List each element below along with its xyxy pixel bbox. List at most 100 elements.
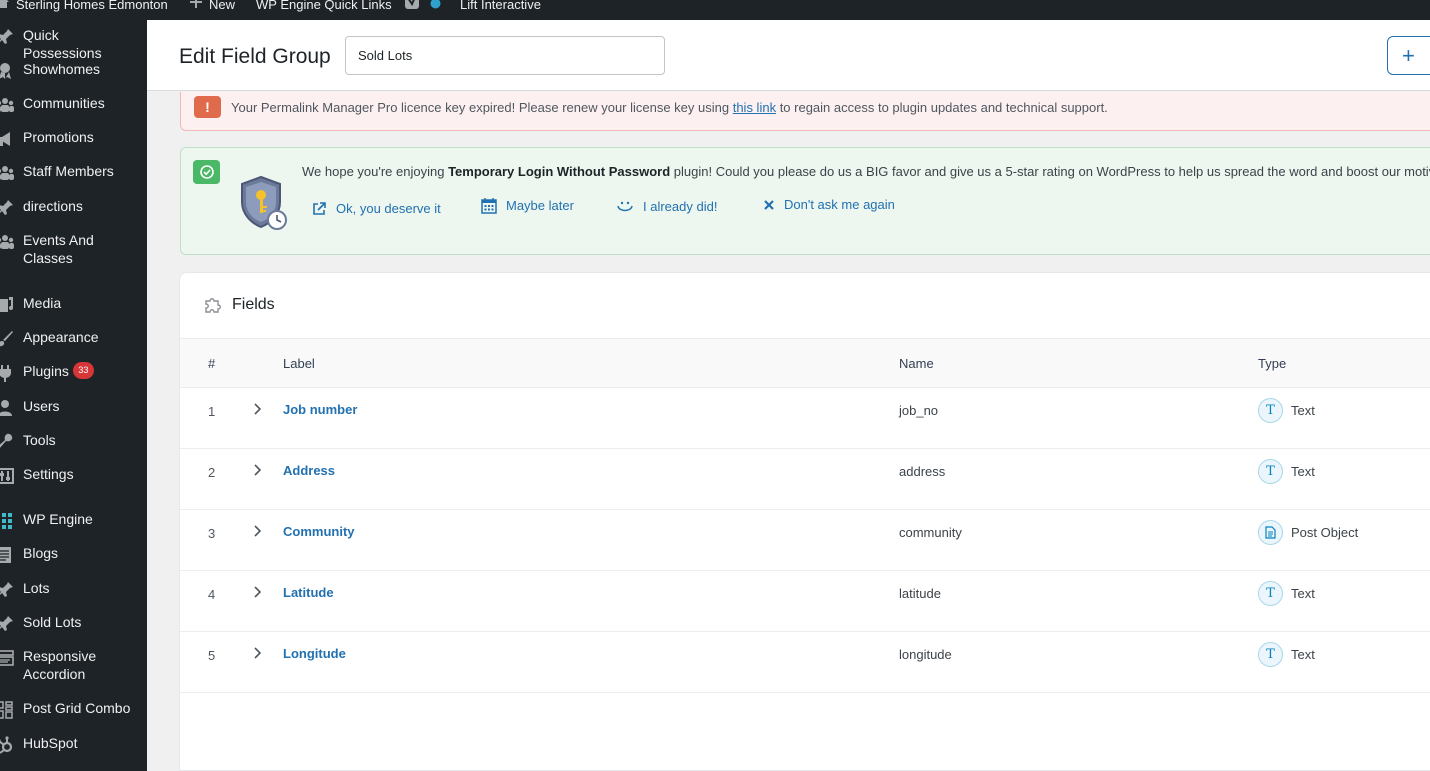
update-count-badge: 33 xyxy=(72,362,94,379)
grid-combo-icon xyxy=(0,699,23,719)
smile-icon xyxy=(616,197,634,215)
site-name: Sterling Homes Edmonton xyxy=(16,0,168,12)
field-name: job_no xyxy=(899,403,939,418)
sidebar-item-appearance[interactable]: Appearance xyxy=(0,328,147,348)
chevron-right-icon[interactable] xyxy=(253,646,262,660)
sidebar-item-showhomes[interactable]: Showhomes xyxy=(0,60,147,80)
award-icon xyxy=(0,60,23,80)
sidebar-item-label: Staff Members xyxy=(23,163,114,179)
text-type-icon: T xyxy=(1258,642,1283,667)
renew-license-link[interactable]: this link xyxy=(733,100,776,115)
wrench-icon xyxy=(0,431,23,451)
field-name: address xyxy=(899,464,946,479)
pin-icon xyxy=(0,26,23,46)
already-did-label: I already did! xyxy=(643,198,718,214)
deserve-it-link[interactable]: Ok, you deserve it xyxy=(312,201,441,216)
post-object-type-icon xyxy=(1258,520,1283,545)
field-label-link[interactable]: Address xyxy=(283,463,335,478)
sidebar-item-label: directions xyxy=(23,198,83,214)
yoast-icon xyxy=(404,0,420,14)
license-text-after: to regain access to plugin updates and t… xyxy=(776,100,1108,115)
col-header-num: # xyxy=(208,356,216,371)
text-type-icon: T xyxy=(1258,398,1283,423)
add-field-button[interactable]: + xyxy=(1387,36,1430,75)
field-order-number: 2 xyxy=(208,465,216,480)
admin-bar-new[interactable]: New xyxy=(189,0,235,14)
field-order-number: 4 xyxy=(208,587,216,602)
rating-text-before: We hope you're enjoying xyxy=(302,164,449,179)
field-row: 1 Job number job_no T Text xyxy=(180,388,1430,449)
check-icon xyxy=(193,160,220,184)
dont-ask-link[interactable]: Don't ask me again xyxy=(763,197,895,212)
field-row: 5 Longitude longitude T Text xyxy=(180,632,1430,693)
field-type-label: Text xyxy=(1291,464,1315,479)
admin-bar-lift[interactable]: Lift Interactive xyxy=(460,0,541,14)
text-type-icon: T xyxy=(1258,459,1283,484)
sidebar-item-quick-possessions[interactable]: Quick Possessions xyxy=(0,26,147,62)
rating-text-after: plugin! Could you please do us a BIG fav… xyxy=(670,164,1430,179)
yoast-menu[interactable] xyxy=(404,0,447,14)
chevron-right-icon[interactable] xyxy=(253,585,262,599)
groups-icon xyxy=(0,231,23,251)
field-type: T Text xyxy=(1258,581,1315,606)
sidebar-item-sold-lots[interactable]: Sold Lots xyxy=(0,613,147,633)
sidebar-item-label: Communities xyxy=(23,95,105,111)
sidebar-item-lots[interactable]: Lots xyxy=(0,579,147,599)
maybe-later-link[interactable]: Maybe later xyxy=(481,197,574,214)
settings-icon xyxy=(0,465,23,485)
sidebar-item-settings[interactable]: Settings xyxy=(0,465,147,485)
new-label: New xyxy=(209,0,236,12)
sidebar-item-hubspot[interactable]: HubSpot xyxy=(0,734,147,754)
field-type: T Text xyxy=(1258,459,1315,484)
field-label-link[interactable]: Longitude xyxy=(283,646,346,661)
sidebar-item-label: Appearance xyxy=(23,329,99,345)
sidebar-item-users[interactable]: Users xyxy=(0,397,147,417)
puzzle-icon xyxy=(203,295,222,314)
field-type-label: Text xyxy=(1291,586,1315,601)
field-row: 4 Latitude latitude T Text xyxy=(180,571,1430,632)
fields-panel: Fields # Label Name Type 1 Job number job_… xyxy=(179,272,1430,771)
plugin-name: Temporary Login Without Password xyxy=(448,164,671,179)
field-group-title-input[interactable] xyxy=(345,36,665,75)
chevron-right-icon[interactable] xyxy=(253,524,262,538)
fields-title: Fields xyxy=(203,295,275,314)
field-label-link[interactable]: Community xyxy=(283,524,355,539)
pin-icon xyxy=(0,613,23,633)
sidebar-item-label: Showhomes xyxy=(23,61,101,77)
sidebar-item-post-grid-combo[interactable]: Post Grid Combo xyxy=(0,699,147,719)
sidebar-item-tools[interactable]: Tools xyxy=(0,431,147,451)
text-type-icon: T xyxy=(1258,581,1283,606)
sidebar-item-directions[interactable]: directions xyxy=(0,197,147,217)
sidebar-item-staff-members[interactable]: Staff Members xyxy=(0,162,147,182)
sidebar-item-label: Media xyxy=(23,295,62,311)
field-label-link[interactable]: Job number xyxy=(283,402,357,417)
sidebar-item-plugins[interactable]: Plugins 33 xyxy=(0,362,147,382)
admin-bar-quick-links[interactable]: WP Engine Quick Links xyxy=(256,0,392,14)
fields-table-header: # Label Name Type xyxy=(180,338,1430,388)
field-row: 2 Address address T Text xyxy=(180,449,1430,510)
fields-title-label: Fields xyxy=(232,295,275,313)
sidebar-item-label: WP Engine xyxy=(23,511,93,527)
chevron-right-icon[interactable] xyxy=(253,463,262,477)
field-type-label: Post Object xyxy=(1291,525,1359,540)
sidebar-item-label: Quick Possessions xyxy=(23,27,102,61)
chevron-right-icon[interactable] xyxy=(253,402,262,416)
field-label-link[interactable]: Latitude xyxy=(283,585,334,600)
sidebar-item-label: HubSpot xyxy=(23,735,78,751)
sidebar-item-media[interactable]: Media xyxy=(0,294,147,314)
already-did-link[interactable]: I already did! xyxy=(616,197,717,215)
admin-bar-site[interactable]: Sterling Homes Edmonton xyxy=(0,0,168,14)
sidebar-item-communities[interactable]: Communities xyxy=(0,94,147,114)
sidebar-item-label: Lots xyxy=(23,580,50,596)
close-icon xyxy=(763,199,775,211)
rating-notice-text: We hope you're enjoying Temporary Login … xyxy=(302,164,1430,179)
sidebar-item-promotions[interactable]: Promotions xyxy=(0,128,147,148)
plus-icon xyxy=(189,0,203,13)
sidebar-item-blogs[interactable]: Blogs xyxy=(0,544,147,564)
sidebar-item-events-and-classes[interactable]: Events And Classes xyxy=(0,231,147,267)
status-dot-icon xyxy=(430,0,441,13)
field-name: latitude xyxy=(899,586,941,601)
field-type: T Text xyxy=(1258,398,1315,423)
sidebar-item-wp-engine[interactable]: WP Engine xyxy=(0,510,147,530)
sidebar-item-responsive-accordion[interactable]: Responsive Accordion xyxy=(0,647,147,683)
